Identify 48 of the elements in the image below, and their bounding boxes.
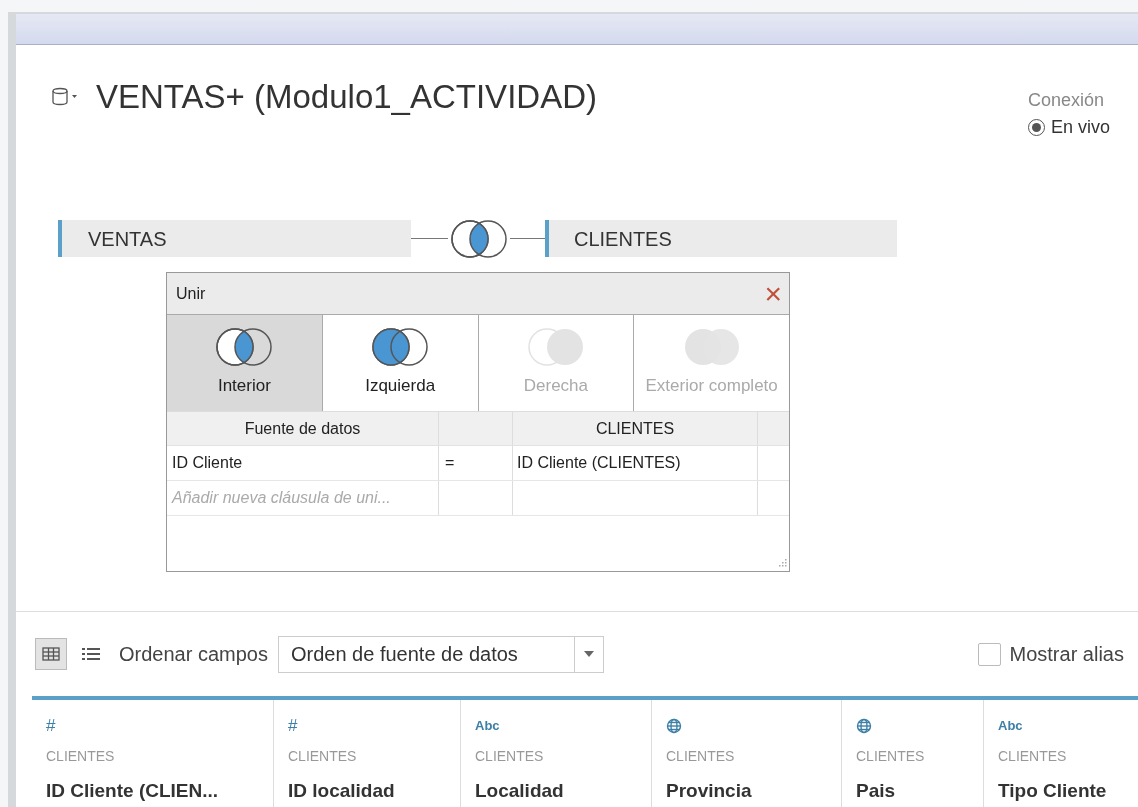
list-icon bbox=[82, 647, 100, 661]
column-header: CLIENTES bbox=[513, 412, 758, 445]
grid-view-button[interactable] bbox=[35, 638, 67, 670]
sort-dropdown[interactable]: Orden de fuente de datos bbox=[277, 635, 604, 673]
field-name: Tipo Cliente bbox=[998, 779, 1108, 803]
close-button[interactable]: × bbox=[764, 278, 782, 309]
table-cell[interactable]: ID Cliente bbox=[167, 446, 439, 480]
checkbox[interactable] bbox=[977, 642, 1001, 666]
table-pill[interactable]: VENTAS bbox=[58, 220, 411, 257]
field-table-name: CLIENTES bbox=[856, 747, 926, 766]
field-name: Provincia bbox=[666, 779, 753, 803]
data-type-icon: Abc bbox=[998, 719, 1023, 732]
join-icon bbox=[448, 218, 510, 259]
field-table-name: CLIENTES bbox=[46, 747, 116, 766]
table-cell[interactable]: ID Cliente (CLIENTES) bbox=[513, 446, 758, 480]
field-table-name: CLIENTES bbox=[666, 747, 736, 766]
field-name: Pais bbox=[856, 779, 897, 803]
column-header: Fuente de datos bbox=[167, 412, 439, 445]
sort-label: Ordenar campos bbox=[119, 642, 268, 667]
field-name: ID Cliente (CLIEN... bbox=[46, 779, 220, 803]
data-type-icon: Abc bbox=[475, 719, 500, 732]
field-header[interactable]: CLIENTES Pais bbox=[842, 700, 984, 807]
connection-option: En vivo bbox=[1050, 114, 1110, 141]
caret-icon bbox=[583, 651, 594, 657]
resize-grip-icon[interactable] bbox=[777, 559, 787, 569]
checkbox-label: Mostrar alias bbox=[1009, 642, 1124, 667]
join-type-button[interactable]: Interior bbox=[167, 315, 323, 411]
grid-icon bbox=[42, 647, 60, 661]
globe-icon bbox=[856, 717, 872, 734]
table-cell: = bbox=[439, 446, 513, 480]
dialog-title: Unir bbox=[176, 283, 206, 304]
data-type-icon: # bbox=[288, 717, 298, 734]
field-name: ID localidad bbox=[288, 779, 396, 803]
field-table-name: CLIENTES bbox=[475, 747, 545, 766]
database-icon[interactable] bbox=[51, 87, 79, 107]
table-pill[interactable]: CLIENTES bbox=[545, 220, 897, 257]
field-header[interactable]: Abc CLIENTES Tipo Cliente bbox=[984, 700, 1138, 807]
data-type-icon: # bbox=[46, 717, 56, 734]
field-name: Localidad bbox=[475, 779, 565, 803]
datasource-title: VENTAS+ (Modulo1_ACTIVIDAD) bbox=[96, 80, 597, 113]
field-header[interactable]: CLIENTES Provincia bbox=[652, 700, 842, 807]
field-header[interactable]: # CLIENTES ID Cliente (CLIEN... bbox=[32, 700, 274, 807]
field-header[interactable]: # CLIENTES ID localidad bbox=[274, 700, 461, 807]
globe-icon bbox=[666, 717, 682, 734]
field-table-name: CLIENTES bbox=[288, 747, 358, 766]
field-table-name: CLIENTES bbox=[998, 747, 1068, 766]
connection-label: Conexión bbox=[1027, 89, 1106, 112]
field-header[interactable]: Abc CLIENTES Localidad bbox=[461, 700, 652, 807]
